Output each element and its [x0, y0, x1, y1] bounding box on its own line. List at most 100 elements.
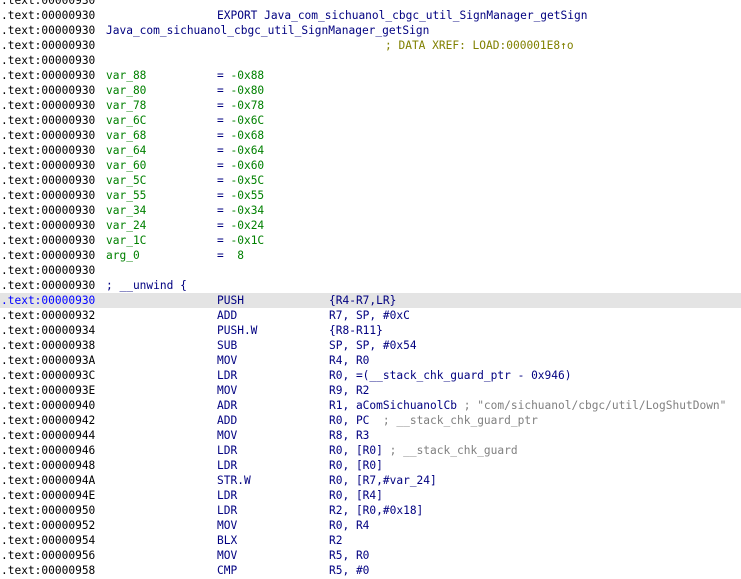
stack-variable-name[interactable]: arg_0 [106, 248, 140, 263]
line-address[interactable]: .text:00000932 [1, 308, 95, 323]
line-address[interactable]: .text:00000930 [1, 98, 95, 113]
line-address[interactable]: .text:0000093E [1, 383, 95, 398]
operand-text[interactable]: {R4-R7,LR} [329, 294, 396, 307]
instruction-mnemonic[interactable]: LDR [217, 443, 237, 458]
instruction-mnemonic[interactable]: MOV [217, 353, 237, 368]
instruction-operands[interactable]: R5, R0 [329, 548, 369, 563]
listing-line[interactable]: .text:00000940 ADR R1, aComSichuanolCb ; "… [0, 398, 741, 413]
instruction-mnemonic[interactable]: STR.W [217, 473, 251, 488]
listing-line[interactable]: .text:00000952 MOV R0, R4 [0, 518, 741, 533]
line-label[interactable]: ; __unwind { [106, 278, 187, 293]
instruction-operands[interactable]: {R8-R11} [329, 323, 383, 338]
listing-line[interactable]: .text:0000094E LDR R0, [R4] [0, 488, 741, 503]
listing-line[interactable]: .text:00000930 var_1C = -0x1C [0, 233, 741, 248]
instruction-mnemonic[interactable]: SUB [217, 338, 237, 353]
operand-text[interactable]: R0, PC [329, 414, 369, 427]
instruction-operands[interactable]: R0, [R0] ; __stack_chk_guard [329, 443, 518, 458]
stack-variable-name[interactable]: var_64 [106, 143, 146, 158]
instruction-mnemonic[interactable]: MOV [217, 428, 237, 443]
operand-text[interactable]: R7, SP, #0xC [329, 309, 410, 322]
listing-line[interactable]: .text:0000093C LDR R0, =(__stack_chk_guard… [0, 368, 741, 383]
instruction-operands[interactable]: R7, SP, #0xC [329, 308, 410, 323]
listing-line[interactable]: .text:00000930 ; DATA XREF: LOAD:000001E8… [0, 38, 741, 53]
stack-variable-name[interactable]: var_80 [106, 83, 146, 98]
line-address[interactable]: .text:00000944 [1, 428, 95, 443]
operand-text[interactable]: R0, =(__stack_chk_guard_ptr - 0x946) [329, 369, 571, 382]
line-address[interactable]: .text:00000930 [1, 203, 95, 218]
instruction-mnemonic[interactable]: MOV [217, 548, 237, 563]
listing-line[interactable]: .text:00000930 var_64 = -0x64 [0, 143, 741, 158]
stack-variable-name[interactable]: var_5C [106, 173, 146, 188]
instruction-operands[interactable]: R0, [R4] [329, 488, 383, 503]
line-address[interactable]: .text:00000930 [1, 218, 95, 233]
instruction-operands[interactable]: R8, R3 [329, 428, 369, 443]
instruction-mnemonic[interactable]: EXPORT Java_com_sichuanol_cbgc_util_Sign… [217, 8, 587, 23]
listing-line[interactable]: .text:0000093A MOV R4, R0 [0, 353, 741, 368]
stack-variable-name[interactable]: var_78 [106, 98, 146, 113]
stack-variable-name[interactable]: var_55 [106, 188, 146, 203]
instruction-operands[interactable]: {R4-R7,LR} [329, 293, 396, 308]
line-address[interactable]: .text:00000930 [1, 8, 95, 23]
instruction-mnemonic[interactable]: LDR [217, 368, 237, 383]
instruction-operands[interactable]: SP, SP, #0x54 [329, 338, 417, 353]
operand-text[interactable]: SP, SP, #0x54 [329, 339, 417, 352]
listing-line[interactable]: .text:00000930 [0, 263, 741, 278]
operand-text[interactable]: R1, aComSichuanolCb [329, 399, 457, 412]
line-address[interactable]: .text:0000094A [1, 473, 95, 488]
instruction-operands[interactable]: R0, =(__stack_chk_guard_ptr - 0x946) [329, 368, 571, 383]
line-address[interactable]: .text:00000930 [1, 23, 95, 38]
line-address[interactable]: .text:00000930 [1, 113, 95, 128]
instruction-mnemonic[interactable]: ADD [217, 308, 237, 323]
instruction-mnemonic[interactable]: PUSH [217, 293, 244, 308]
instruction-operands[interactable]: R4, R0 [329, 353, 369, 368]
listing-line[interactable]: .text:00000934 PUSH.W {R8-R11} [0, 323, 741, 338]
listing-line[interactable]: .text:0000093E MOV R9, R2 [0, 383, 741, 398]
line-address[interactable]: .text:00000942 [1, 413, 95, 428]
listing-line[interactable]: .text:00000930 var_78 = -0x78 [0, 98, 741, 113]
listing-line[interactable]: .text:0000094A STR.W R0, [R7,#var_24] [0, 473, 741, 488]
line-address[interactable]: .text:0000093C [1, 368, 95, 383]
line-address[interactable]: .text:00000930 [1, 53, 95, 68]
stack-variable-name[interactable]: var_68 [106, 128, 146, 143]
listing-line[interactable]: .text:00000930 [0, 0, 741, 8]
instruction-mnemonic[interactable]: ADR [217, 398, 237, 413]
line-address[interactable]: .text:00000950 [1, 503, 95, 518]
listing-line[interactable]: .text:00000930 var_68 = -0x68 [0, 128, 741, 143]
line-address[interactable]: .text:00000930 [1, 263, 95, 278]
listing-line[interactable]: .text:00000958 CMP R5, #0 [0, 563, 741, 578]
listing-line[interactable]: .text:00000950 LDR R2, [R0,#0x18] [0, 503, 741, 518]
operand-text[interactable]: R0, [R7,#var_24] [329, 474, 437, 487]
instruction-mnemonic[interactable]: MOV [217, 383, 237, 398]
operand-text[interactable]: R9, R2 [329, 384, 369, 397]
line-address[interactable]: .text:0000093A [1, 353, 95, 368]
stack-variable-name[interactable]: var_88 [106, 68, 146, 83]
disassembly-listing[interactable]: .text:00000930 .text:00000930 EXPORT Java_… [0, 0, 741, 578]
line-address[interactable]: .text:00000930 [1, 173, 95, 188]
line-address[interactable]: .text:00000930 [1, 188, 95, 203]
instruction-operands[interactable]: R0, [R7,#var_24] [329, 473, 437, 488]
listing-line[interactable]: .text:00000930 var_60 = -0x60 [0, 158, 741, 173]
stack-variable-name[interactable]: var_24 [106, 218, 146, 233]
stack-variable-name[interactable]: var_60 [106, 158, 146, 173]
line-address[interactable]: .text:00000958 [1, 563, 95, 578]
listing-line[interactable]: .text:00000942 ADD R0, PC ; __stack_chk_gu… [0, 413, 741, 428]
instruction-operands[interactable]: R9, R2 [329, 383, 369, 398]
listing-line[interactable]: .text:00000930 var_6C = -0x6C [0, 113, 741, 128]
listing-line[interactable]: .text:00000930 var_5C = -0x5C [0, 173, 741, 188]
instruction-mnemonic[interactable]: MOV [217, 518, 237, 533]
operand-text[interactable]: R8, R3 [329, 429, 369, 442]
listing-line[interactable]: .text:00000930 var_24 = -0x24 [0, 218, 741, 233]
instruction-mnemonic[interactable]: ADD [217, 413, 237, 428]
listing-line[interactable]: .text:00000930 EXPORT Java_com_sichuanol_… [0, 8, 741, 23]
line-address[interactable]: .text:00000930 [1, 278, 95, 293]
line-address[interactable]: .text:00000930 [1, 83, 95, 98]
listing-line[interactable]: .text:00000930 var_34 = -0x34 [0, 203, 741, 218]
stack-variable-name[interactable]: var_6C [106, 113, 146, 128]
line-address[interactable]: .text:0000094E [1, 488, 95, 503]
operand-text[interactable]: R0, [R0] [329, 444, 383, 457]
instruction-mnemonic[interactable]: CMP [217, 563, 237, 578]
line-address[interactable]: .text:00000930 [1, 248, 95, 263]
instruction-operands[interactable]: R1, aComSichuanolCb ; "com/sichuanol/cbg… [329, 398, 726, 413]
instruction-operands[interactable]: R0, [R0] [329, 458, 383, 473]
line-label[interactable]: Java_com_sichuanol_cbgc_util_SignManager… [106, 23, 429, 38]
